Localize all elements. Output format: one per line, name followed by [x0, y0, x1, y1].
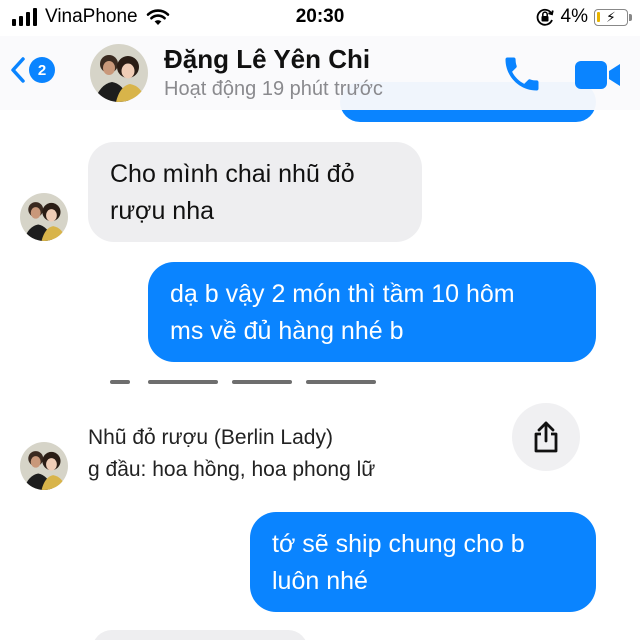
- shared-post-title: Nhũ đỏ rượu (Berlin Lady): [88, 426, 333, 449]
- shared-preview-cut-text: [110, 362, 410, 388]
- share-button[interactable]: [512, 403, 580, 471]
- video-camera-icon[interactable]: [573, 58, 623, 92]
- contact-avatar[interactable]: [90, 44, 148, 102]
- message-bubble-incoming[interactable]: [92, 630, 308, 640]
- battery-icon: ⚡: [594, 8, 632, 26]
- phone-icon[interactable]: [500, 52, 544, 96]
- message-bubble-outgoing[interactable]: dạ b vậy 2 món thì tầm 10 hôm ms về đủ h…: [148, 262, 596, 362]
- status-bar: VinaPhone 20:30 4% ⚡: [0, 0, 640, 36]
- message-bubble-outgoing[interactable]: tớ sẽ ship chung cho b luôn nhé: [250, 512, 596, 612]
- message-bubble-incoming[interactable]: Cho mình chai nhũ đỏ rượu nha: [88, 142, 422, 242]
- chevron-left-icon: [11, 57, 25, 83]
- message-line: Cho mình chai nhũ đỏ: [110, 160, 355, 188]
- message-line: dạ b vậy 2 món thì tầm 10 hôm: [170, 280, 515, 308]
- message-line: tớ sẽ ship chung cho b: [272, 530, 525, 558]
- unread-count-badge: 2: [29, 57, 55, 83]
- contact-name[interactable]: Đặng Lê Yên Chi: [164, 44, 370, 75]
- share-icon: [534, 421, 558, 453]
- activity-status: Hoạt động 19 phút trước: [164, 78, 383, 100]
- shared-post-snippet: g đầu: hoa hồng, hoa phong lữ: [88, 458, 376, 481]
- battery-percent: 4%: [560, 6, 588, 27]
- shared-post-preview[interactable]: Nhũ đỏ rượu (Berlin Lady) g đầu: hoa hồn…: [88, 422, 375, 486]
- message-line: luôn nhé: [272, 567, 368, 595]
- back-button[interactable]: 2: [10, 56, 55, 84]
- sender-avatar[interactable]: [20, 442, 68, 490]
- message-line: rượu nha: [110, 197, 215, 225]
- sender-avatar[interactable]: [20, 193, 68, 241]
- orientation-lock-icon: [536, 8, 554, 26]
- message-line: ms về đủ hàng nhé b: [170, 317, 404, 345]
- chat-header: 2 Đặng Lê Yên Chi Hoạt động 19 phút trướ…: [0, 36, 640, 110]
